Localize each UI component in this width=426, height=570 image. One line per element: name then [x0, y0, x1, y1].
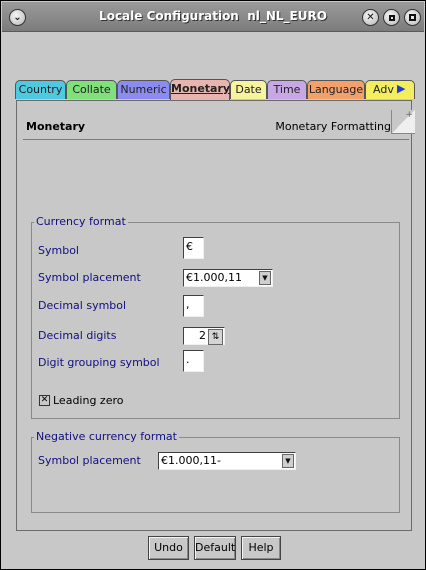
help-button[interactable]: Help — [241, 536, 281, 560]
currency-format-legend: Currency format — [34, 215, 128, 228]
decimal-symbol-label: Decimal symbol — [38, 299, 127, 312]
tab-adv[interactable]: Adv — [365, 80, 415, 99]
tab-country[interactable]: Country — [15, 80, 66, 99]
negative-currency-format-group: Negative currency format Symbol placemen… — [31, 431, 400, 513]
monetary-panel: Monetary Monetary Formatting + Currency … — [16, 100, 415, 531]
close-icon: ✕ — [366, 11, 375, 23]
tab-scroll-right-icon[interactable]: ▶ — [397, 82, 405, 95]
digit-grouping-label: Digit grouping symbol — [38, 356, 160, 369]
decimal-digits-spinner[interactable]: 2 ⇅ — [183, 327, 225, 345]
negative-currency-format-legend: Negative currency format — [34, 430, 179, 443]
spinner-arrows-icon[interactable]: ⇅ — [208, 329, 223, 345]
dropdown-arrow-icon[interactable]: ▼ — [282, 454, 294, 468]
currency-format-group: Currency format Symbol € Symbol placemen… — [31, 216, 400, 419]
decimal-digits-value: 2 — [199, 329, 206, 342]
chevron-down-icon: ⌄ — [13, 11, 22, 23]
leading-zero-checkbox[interactable]: ✕ — [39, 395, 50, 406]
tab-monetary[interactable]: Monetary — [170, 79, 230, 100]
locale-configuration-window: ⌄ Locale Configuration nl_NL_EURO ✕ Coun… — [0, 0, 426, 570]
maximize-button[interactable] — [404, 9, 421, 26]
page-curl-icon: + — [391, 110, 415, 134]
window-title: Locale Configuration nl_NL_EURO — [99, 9, 327, 23]
decimal-digits-label: Decimal digits — [38, 329, 117, 342]
symbol-placement-label: Symbol placement — [38, 271, 141, 284]
panel-title: Monetary — [26, 120, 86, 133]
symbol-label: Symbol — [38, 244, 79, 257]
minimize-icon — [388, 14, 395, 21]
symbol-placement-value: €1.000,11 — [186, 271, 242, 284]
default-button[interactable]: Default — [194, 536, 236, 560]
tab-date[interactable]: Date — [230, 80, 267, 99]
negative-symbol-placement-value: €1.000,11- — [161, 454, 221, 467]
leading-zero-label: Leading zero — [53, 394, 124, 407]
undo-button[interactable]: Undo — [148, 536, 189, 560]
tab-language[interactable]: Language — [307, 80, 365, 99]
tab-bar: Country Collate Numeric Monetary Date Ti… — [15, 79, 415, 100]
negative-symbol-placement-select[interactable]: €1.000,11- ▼ — [158, 452, 296, 470]
tab-time[interactable]: Time — [267, 80, 307, 99]
maximize-icon — [409, 14, 416, 21]
panel-header: Monetary Monetary Formatting + — [23, 110, 415, 140]
title-bar[interactable]: ⌄ Locale Configuration nl_NL_EURO ✕ — [2, 2, 424, 32]
decimal-symbol-input[interactable]: , — [183, 295, 204, 317]
dropdown-arrow-icon[interactable]: ▼ — [259, 271, 271, 285]
digit-grouping-input[interactable]: . — [183, 350, 204, 372]
close-button[interactable]: ✕ — [362, 9, 379, 26]
symbol-placement-select[interactable]: €1.000,11 ▼ — [183, 269, 273, 287]
tab-numeric[interactable]: Numeric — [117, 80, 170, 99]
negative-symbol-placement-label: Symbol placement — [38, 454, 141, 467]
plus-icon: + — [405, 110, 413, 120]
checkmark-icon: ✕ — [40, 395, 49, 405]
symbol-input[interactable]: € — [183, 237, 204, 259]
minimize-button[interactable] — [383, 9, 400, 26]
tab-collate[interactable]: Collate — [66, 80, 117, 99]
panel-subtitle: Monetary Formatting — [275, 120, 391, 133]
window-menu-button[interactable]: ⌄ — [9, 9, 26, 26]
